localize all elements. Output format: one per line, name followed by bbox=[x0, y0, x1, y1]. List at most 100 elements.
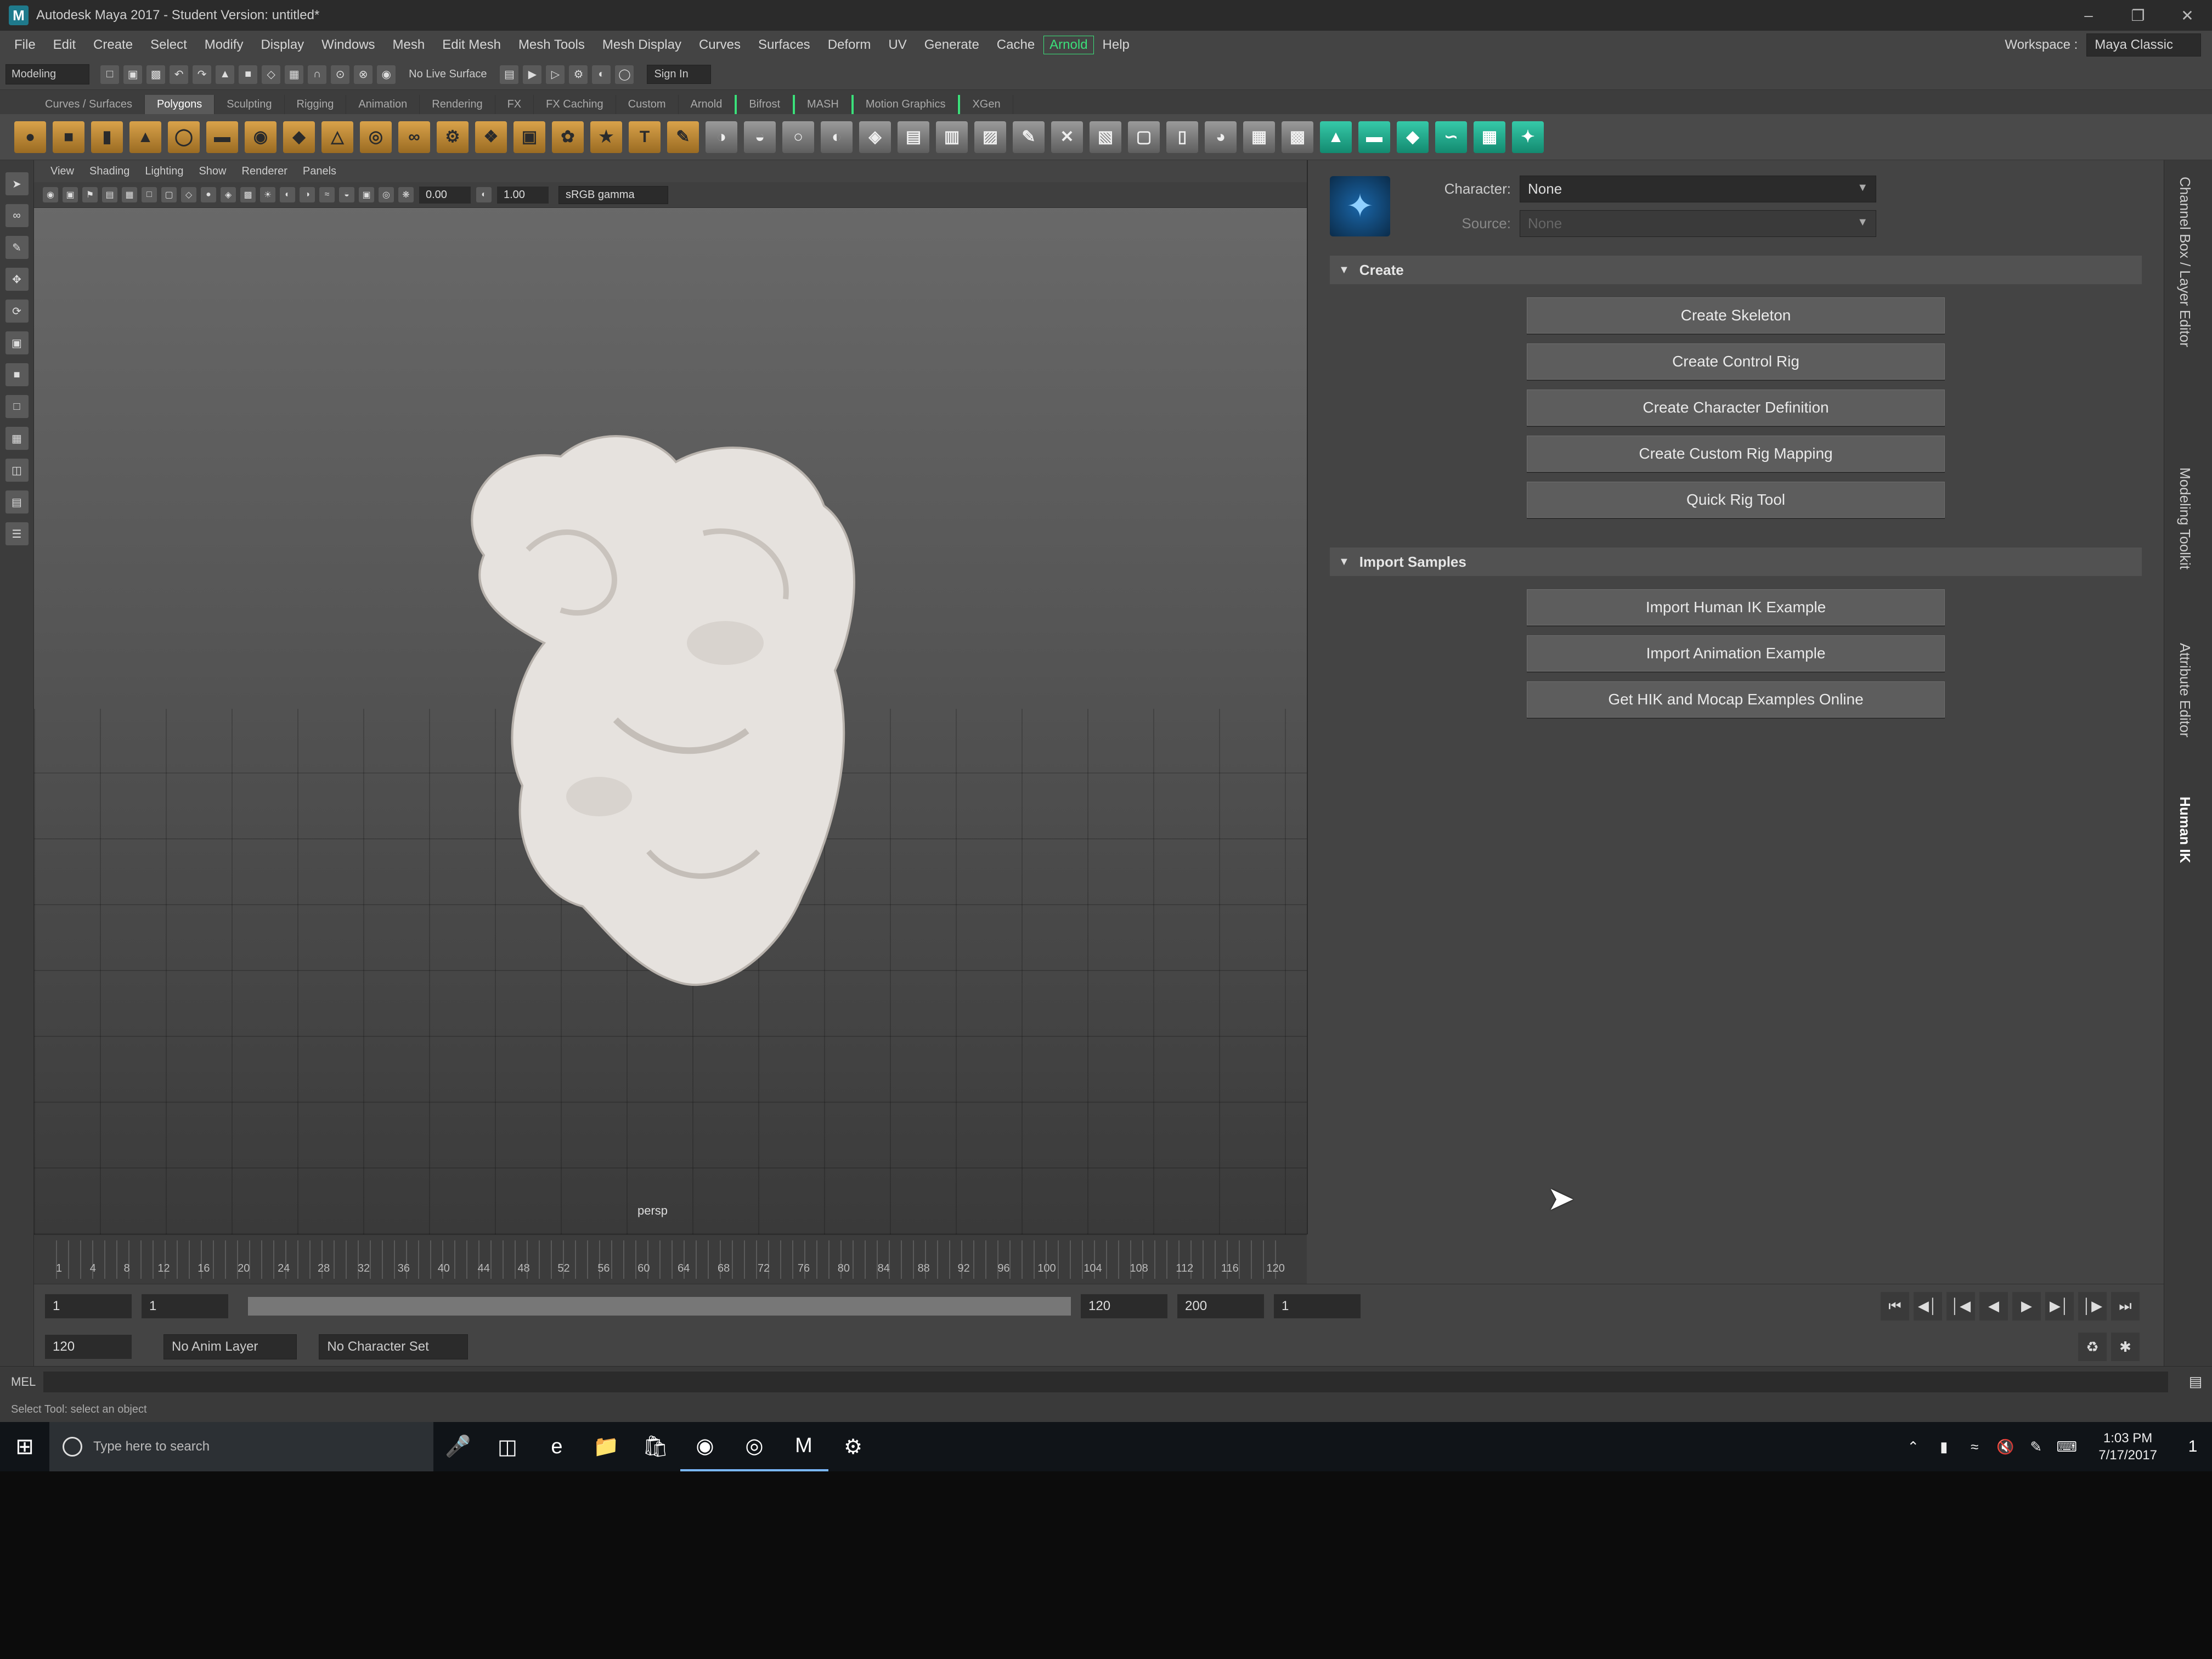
spherical-map-icon[interactable]: ◕ bbox=[1205, 121, 1237, 153]
menu-mesh[interactable]: Mesh bbox=[384, 37, 434, 53]
volume-muted-icon[interactable]: 🔇 bbox=[1990, 1422, 2021, 1471]
antialiasing-icon[interactable]: ◒ bbox=[339, 187, 354, 202]
range-slider-handle[interactable] bbox=[248, 1296, 1071, 1316]
save-scene-icon[interactable]: ▩ bbox=[146, 65, 166, 84]
menu-mesh-display[interactable]: Mesh Display bbox=[594, 37, 690, 53]
bookmarks-icon[interactable]: ⚑ bbox=[82, 187, 98, 202]
shelf-tab-bifrost[interactable]: Bifrost bbox=[735, 95, 793, 114]
playback-start-field[interactable]: 1 bbox=[142, 1294, 228, 1318]
paint-select-icon[interactable]: ✎ bbox=[5, 236, 29, 259]
animation-end-field[interactable]: 200 bbox=[1177, 1294, 1264, 1318]
motion-blur-icon[interactable]: ≈ bbox=[319, 187, 335, 202]
mash-repro-icon[interactable]: ◆ bbox=[1397, 121, 1429, 153]
vp-menu-view[interactable]: View bbox=[43, 165, 82, 178]
play-forwards-icon[interactable]: ▶ bbox=[2012, 1291, 2041, 1321]
lights-icon[interactable]: ☀ bbox=[260, 187, 275, 202]
animation-start-field[interactable]: 1 bbox=[45, 1294, 132, 1318]
microphone-icon[interactable]: 🎤 bbox=[433, 1422, 483, 1471]
cylindrical-map-icon[interactable]: ▯ bbox=[1166, 121, 1198, 153]
end-frame-display[interactable]: 120 bbox=[45, 1335, 132, 1359]
shadows-icon[interactable]: ◐ bbox=[280, 187, 295, 202]
select-camera-icon[interactable]: ◉ bbox=[43, 187, 58, 202]
go-to-end-icon[interactable]: ⏭ bbox=[2111, 1291, 2140, 1321]
boolean-icon[interactable]: ◐ bbox=[821, 121, 853, 153]
menu-arnold[interactable]: Arnold bbox=[1043, 36, 1094, 54]
auto-key-icon[interactable]: ♻ bbox=[2078, 1333, 2107, 1361]
exposure-field[interactable]: 0.00 bbox=[419, 186, 471, 204]
tab-human-ik[interactable]: Human IK bbox=[2176, 797, 2193, 863]
shelf-tab-fx[interactable]: FX bbox=[495, 95, 534, 114]
poly-svg-icon[interactable]: ✎ bbox=[667, 121, 699, 153]
menu-deform[interactable]: Deform bbox=[819, 37, 880, 53]
maya-taskbar-icon[interactable]: M bbox=[779, 1422, 828, 1471]
shelf-tab-arnold[interactable]: Arnold bbox=[679, 95, 735, 114]
xray-icon[interactable]: ◎ bbox=[379, 187, 394, 202]
wireframe-icon[interactable]: ◇ bbox=[181, 187, 196, 202]
shelf-tab-sculpting[interactable]: Sculpting bbox=[215, 95, 285, 114]
uv-editor-icon[interactable]: ▩ bbox=[1282, 121, 1313, 153]
poly-plane-icon[interactable]: ▬ bbox=[206, 121, 238, 153]
side-by-side-layout-icon[interactable]: ◫ bbox=[5, 459, 29, 482]
combine-icon[interactable]: ◑ bbox=[706, 121, 737, 153]
store-icon[interactable]: 🛍 bbox=[631, 1422, 680, 1471]
tab-attribute-editor[interactable]: Attribute Editor bbox=[2176, 643, 2193, 737]
snap-point-icon[interactable]: ⊙ bbox=[331, 65, 350, 84]
render-settings-icon[interactable]: ⚙ bbox=[569, 65, 588, 84]
smooth-shade-icon[interactable]: ● bbox=[201, 187, 216, 202]
step-forward-key-icon[interactable]: │▶ bbox=[2078, 1291, 2107, 1321]
animation-preferences-icon[interactable]: ✱ bbox=[2111, 1333, 2140, 1361]
open-scene-icon[interactable]: ▣ bbox=[123, 65, 143, 84]
step-back-key-icon[interactable]: ◀│ bbox=[1914, 1291, 1942, 1321]
hypershade-icon[interactable]: ◐ bbox=[592, 65, 611, 84]
poly-sphere-icon[interactable]: ● bbox=[14, 121, 46, 153]
isolate-select-icon[interactable]: ▣ bbox=[359, 187, 374, 202]
vp-menu-shading[interactable]: Shading bbox=[82, 165, 137, 178]
tab-modeling-toolkit[interactable]: Modeling Toolkit bbox=[2176, 467, 2193, 569]
poly-torus-icon[interactable]: ◯ bbox=[168, 121, 200, 153]
menu-mesh-tools[interactable]: Mesh Tools bbox=[510, 37, 594, 53]
vp-menu-lighting[interactable]: Lighting bbox=[137, 165, 191, 178]
shelf-tab-rigging[interactable]: Rigging bbox=[285, 95, 347, 114]
outliner-layout-icon[interactable]: ☰ bbox=[5, 522, 29, 545]
task-view-icon[interactable]: ◫ bbox=[483, 1422, 532, 1471]
arnold-render-icon[interactable]: ◯ bbox=[615, 65, 634, 84]
mash-create-icon[interactable]: ▲ bbox=[1320, 121, 1352, 153]
chrome-icon[interactable]: ◎ bbox=[730, 1422, 779, 1471]
create-control-rig-button[interactable]: Create Control Rig bbox=[1527, 343, 1945, 380]
poly-helix-icon[interactable]: ∞ bbox=[398, 121, 430, 153]
poly-type-icon[interactable]: T bbox=[629, 121, 661, 153]
workspace-dropdown[interactable]: Maya Classic bbox=[2086, 33, 2201, 57]
go-to-start-icon[interactable]: ⏮ bbox=[1881, 1291, 1909, 1321]
automatic-map-icon[interactable]: ▦ bbox=[1243, 121, 1275, 153]
menu-generate[interactable]: Generate bbox=[916, 37, 988, 53]
mash-editor-icon[interactable]: ▦ bbox=[1474, 121, 1505, 153]
step-back-frame-icon[interactable]: │◀ bbox=[1946, 1291, 1975, 1321]
last-tool-icon[interactable]: ■ bbox=[5, 363, 29, 386]
quad-draw-icon[interactable]: ▧ bbox=[1090, 121, 1121, 153]
target-weld-icon[interactable]: ✕ bbox=[1051, 121, 1083, 153]
menu-cache[interactable]: Cache bbox=[988, 37, 1043, 53]
playback-end-field[interactable]: 120 bbox=[1081, 1294, 1167, 1318]
tab-channel-box-layer-editor[interactable]: Channel Box / Layer Editor bbox=[2176, 177, 2193, 347]
mirror-icon[interactable]: ◈ bbox=[859, 121, 891, 153]
vp-menu-renderer[interactable]: Renderer bbox=[234, 165, 295, 178]
resolution-gate-icon[interactable]: ▢ bbox=[161, 187, 177, 202]
step-forward-frame-icon[interactable]: ▶│ bbox=[2045, 1291, 2074, 1321]
poly-platonic-icon[interactable]: ◆ bbox=[283, 121, 315, 153]
mash-curve-icon[interactable]: ∽ bbox=[1435, 121, 1467, 153]
battery-icon[interactable]: ▮ bbox=[1928, 1422, 1959, 1471]
persp-graph-layout-icon[interactable]: ▤ bbox=[5, 490, 29, 514]
touch-keyboard-icon[interactable]: ⌨ bbox=[2051, 1422, 2082, 1471]
taskbar-clock[interactable]: 1:03 PM 7/17/2017 bbox=[2098, 1430, 2157, 1464]
poly-cylinder-icon[interactable]: ▮ bbox=[91, 121, 123, 153]
render-frame-icon[interactable]: ▶ bbox=[523, 65, 542, 84]
menu-create[interactable]: Create bbox=[84, 37, 142, 53]
action-center-icon[interactable]: 1 bbox=[2174, 1422, 2212, 1471]
ambient-occlusion-icon[interactable]: ◑ bbox=[300, 187, 315, 202]
shelf-tab-polygons[interactable]: Polygons bbox=[144, 95, 215, 114]
minimize-button[interactable]: – bbox=[2064, 0, 2113, 31]
shelf-tab-fx-caching[interactable]: FX Caching bbox=[534, 95, 616, 114]
image-plane-icon[interactable]: ▤ bbox=[102, 187, 117, 202]
vp-menu-panels[interactable]: Panels bbox=[295, 165, 344, 178]
sign-in-dropdown[interactable]: Sign In bbox=[647, 65, 711, 84]
